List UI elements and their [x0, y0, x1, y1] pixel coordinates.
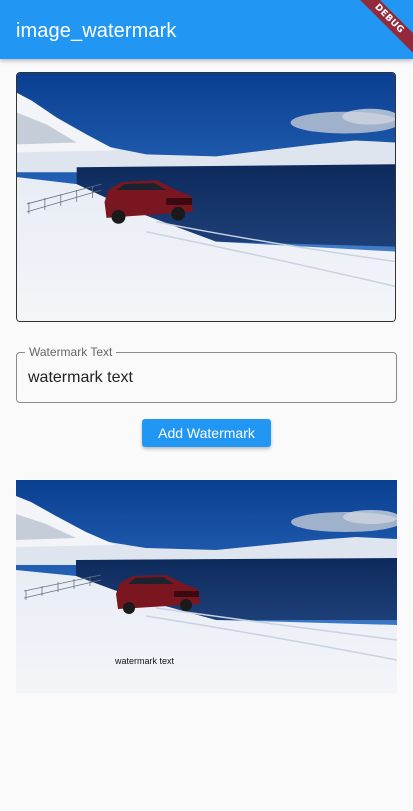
watermark-text-label: Watermark Text [25, 345, 117, 359]
debug-banner: DEBUG [353, 0, 413, 60]
add-watermark-button[interactable]: Add Watermark [142, 419, 271, 447]
watermark-text-field[interactable]: Watermark Text watermark text [16, 345, 397, 403]
source-image [16, 72, 396, 322]
watermarked-image: watermark text [16, 480, 397, 693]
app-screen: image_watermark DEBUG Watermark Text wat… [0, 0, 413, 811]
app-bar: image_watermark [0, 0, 413, 59]
source-photo [17, 73, 395, 321]
watermark-overlay-text: watermark text [115, 656, 175, 666]
debug-banner-label: DEBUG [353, 0, 413, 58]
watermark-text-input[interactable]: watermark text [28, 368, 133, 388]
app-title: image_watermark [16, 20, 177, 42]
watermarked-photo [16, 480, 397, 693]
